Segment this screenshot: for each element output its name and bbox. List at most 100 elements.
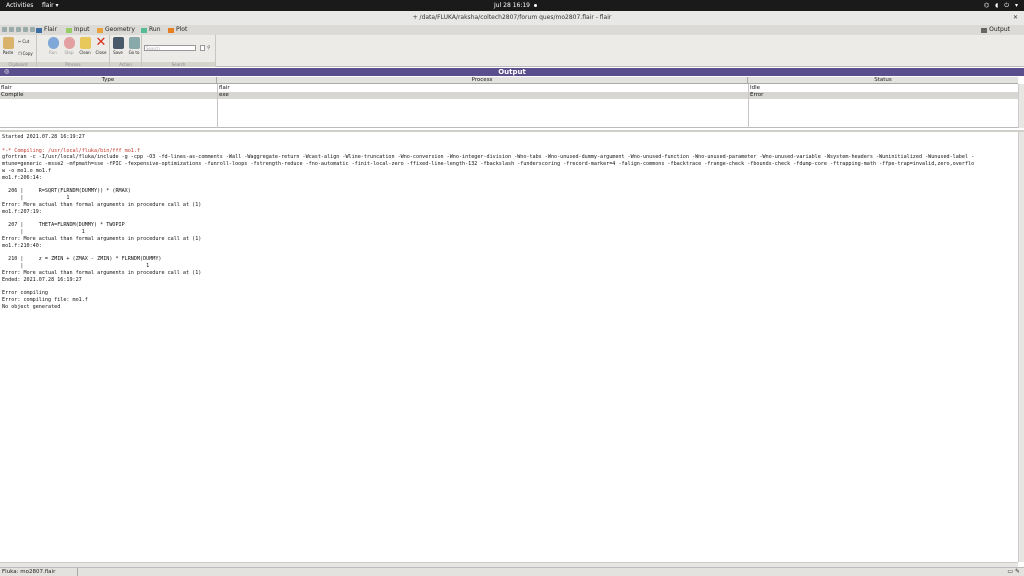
network-icon: ⌬ xyxy=(983,2,990,9)
copy-button[interactable]: ❐ Copy xyxy=(18,51,33,56)
goto-label: Go to xyxy=(128,50,140,55)
paste-label: Paste xyxy=(2,50,14,55)
table-row[interactable]: flair flair Idle xyxy=(0,85,1018,92)
close-label: Close xyxy=(95,50,107,55)
log-line: mtune=generic -msse2 -mfpmath=sse -fPIC … xyxy=(2,161,975,168)
process-group: Run Stop Clean ✕ Close Process xyxy=(37,35,110,67)
column-header-type[interactable]: Type xyxy=(0,77,217,84)
row-process: flair xyxy=(219,85,230,91)
close-button[interactable]: ✕ Close xyxy=(94,35,108,55)
tab-output[interactable]: Output xyxy=(981,25,1010,35)
run-tab-icon xyxy=(141,27,147,33)
search-option-checkbox[interactable] xyxy=(200,45,205,51)
stop-label: Stop xyxy=(64,50,74,55)
log-line: Error: More actual than formal arguments… xyxy=(2,201,202,208)
power-icon: ⏻ xyxy=(1004,2,1009,9)
goto-button[interactable]: Go to xyxy=(127,37,141,55)
open-icon[interactable] xyxy=(9,27,14,32)
cut-button[interactable]: ✂ Cut xyxy=(18,39,29,44)
table-scrollbar[interactable] xyxy=(1018,84,1024,128)
status-bar: Fluka: mo2807.flair ▭ ✎ xyxy=(0,567,1024,576)
clipboard-group: Paste ✂ Cut ❐ Copy Clipboard xyxy=(0,35,37,67)
stop-button[interactable]: Stop xyxy=(62,37,76,55)
run-label: Run xyxy=(49,50,57,55)
activities-button[interactable]: Activities xyxy=(6,0,33,11)
ribbon-toolbar: Paste ✂ Cut ❐ Copy Clipboard Run Stop Cl… xyxy=(0,35,1024,67)
tab-output-label: Output xyxy=(989,26,1010,33)
new-icon[interactable] xyxy=(2,27,7,32)
tab-input[interactable]: Input xyxy=(66,25,90,35)
broom-icon xyxy=(79,37,91,49)
log-line: Error compiling xyxy=(2,290,49,297)
undo-icon[interactable] xyxy=(23,27,28,32)
system-tray[interactable]: ⌬ ◖ ⏻ ▾ xyxy=(984,0,1018,11)
close-window-button[interactable]: ✕ xyxy=(1013,11,1018,25)
tab-input-label: Input xyxy=(74,26,90,33)
log-line: 207 | THETA=FLRNDM(DUMMY) * TWOPIP xyxy=(2,222,125,229)
paste-button[interactable]: Paste xyxy=(1,37,15,55)
column-divider xyxy=(217,84,218,128)
action-group-label: Action xyxy=(110,62,141,67)
row-type: flair xyxy=(1,85,12,91)
log-line: Started 2021.07.28 16:19:27 xyxy=(2,134,85,140)
row-status: Idle xyxy=(750,85,761,91)
chevron-down-icon: ▾ xyxy=(1014,2,1018,9)
clipboard-group-label: Clipboard xyxy=(0,62,36,67)
run-button[interactable]: Run xyxy=(46,37,60,55)
log-line: Ended: 2021.07.28 16:19:27 xyxy=(2,276,82,283)
save-quick-icon[interactable] xyxy=(16,27,21,32)
tab-plot[interactable]: Plot xyxy=(168,25,187,35)
log-line: Error: More actual than formal arguments… xyxy=(2,235,202,242)
save-icon xyxy=(112,37,124,49)
column-header-status[interactable]: Status xyxy=(748,77,1018,84)
log-line: Error: compiling file: mo1.f xyxy=(2,297,88,304)
log-line: | 1 xyxy=(2,229,85,236)
log-vertical-scrollbar[interactable] xyxy=(1018,132,1024,562)
status-text: Fluka: mo2807.flair xyxy=(2,568,78,576)
tab-flair[interactable]: Flair xyxy=(36,25,57,35)
input-icon xyxy=(66,27,72,33)
log-line: Error: More actual than formal arguments… xyxy=(2,269,202,276)
copy-label: Copy xyxy=(22,51,33,56)
tab-plot-label: Plot xyxy=(176,26,188,33)
goto-icon xyxy=(128,37,140,49)
compile-log: Started 2021.07.28 16:19:27 *-* Compiling… xyxy=(0,132,1018,562)
search-options-icon[interactable]: ⚲ xyxy=(207,45,211,51)
log-line: *-* Compiling: /usr/local/fluka/bin/fff … xyxy=(2,147,141,154)
notification-dot xyxy=(534,4,537,7)
log-line: | 1 xyxy=(2,263,150,270)
row-process: exe xyxy=(219,92,229,98)
column-header-process[interactable]: Process xyxy=(217,77,748,84)
log-line: 210 | z = ZMIN + (ZMAX - ZMIN) * FLRNDM(… xyxy=(2,256,162,263)
run-icon xyxy=(47,37,59,49)
log-line: 206 | R=SQRT(FLRNDM(DUMMY)) * (RMAX) xyxy=(2,188,131,195)
plot-icon xyxy=(168,27,174,33)
log-line: mo1.f:207:19: xyxy=(2,208,42,215)
paste-icon xyxy=(2,37,14,49)
column-divider xyxy=(748,84,749,128)
volume-icon: ◖ xyxy=(995,2,999,9)
log-line: w -o mo1.o mo1.f xyxy=(2,167,52,174)
save-button[interactable]: Save xyxy=(111,37,125,55)
action-group: Save Go to Action xyxy=(110,35,142,67)
clean-button[interactable]: Clean xyxy=(78,37,92,55)
app-menu[interactable]: flair ▾ xyxy=(42,0,59,11)
tab-geometry[interactable]: Geometry xyxy=(97,25,135,35)
tab-run[interactable]: Run xyxy=(141,25,161,35)
redo-icon[interactable] xyxy=(30,27,35,32)
search-input[interactable]: Search xyxy=(144,45,196,51)
output-panel-title: Output xyxy=(498,68,526,76)
scissors-icon: ✂ xyxy=(18,39,22,44)
process-table: Type Process Status flair flair Idle Com… xyxy=(0,77,1018,128)
window-title: + /data/FLUKA/raksha/coltech2807/forum q… xyxy=(412,14,612,21)
clock[interactable]: Jul 28 16:19 xyxy=(494,0,530,11)
output-icon xyxy=(981,27,988,33)
table-header: Type Process Status xyxy=(0,77,1018,84)
log-line: mo1.f:210:40: xyxy=(2,242,42,249)
output-panel-header: ◎ Output ▲ ✕ xyxy=(0,68,1024,83)
panel-menu-icon[interactable]: ◎ xyxy=(4,68,9,76)
table-row-selected[interactable]: Compile exe Error xyxy=(0,92,1018,99)
close-icon: ✕ xyxy=(95,35,107,50)
